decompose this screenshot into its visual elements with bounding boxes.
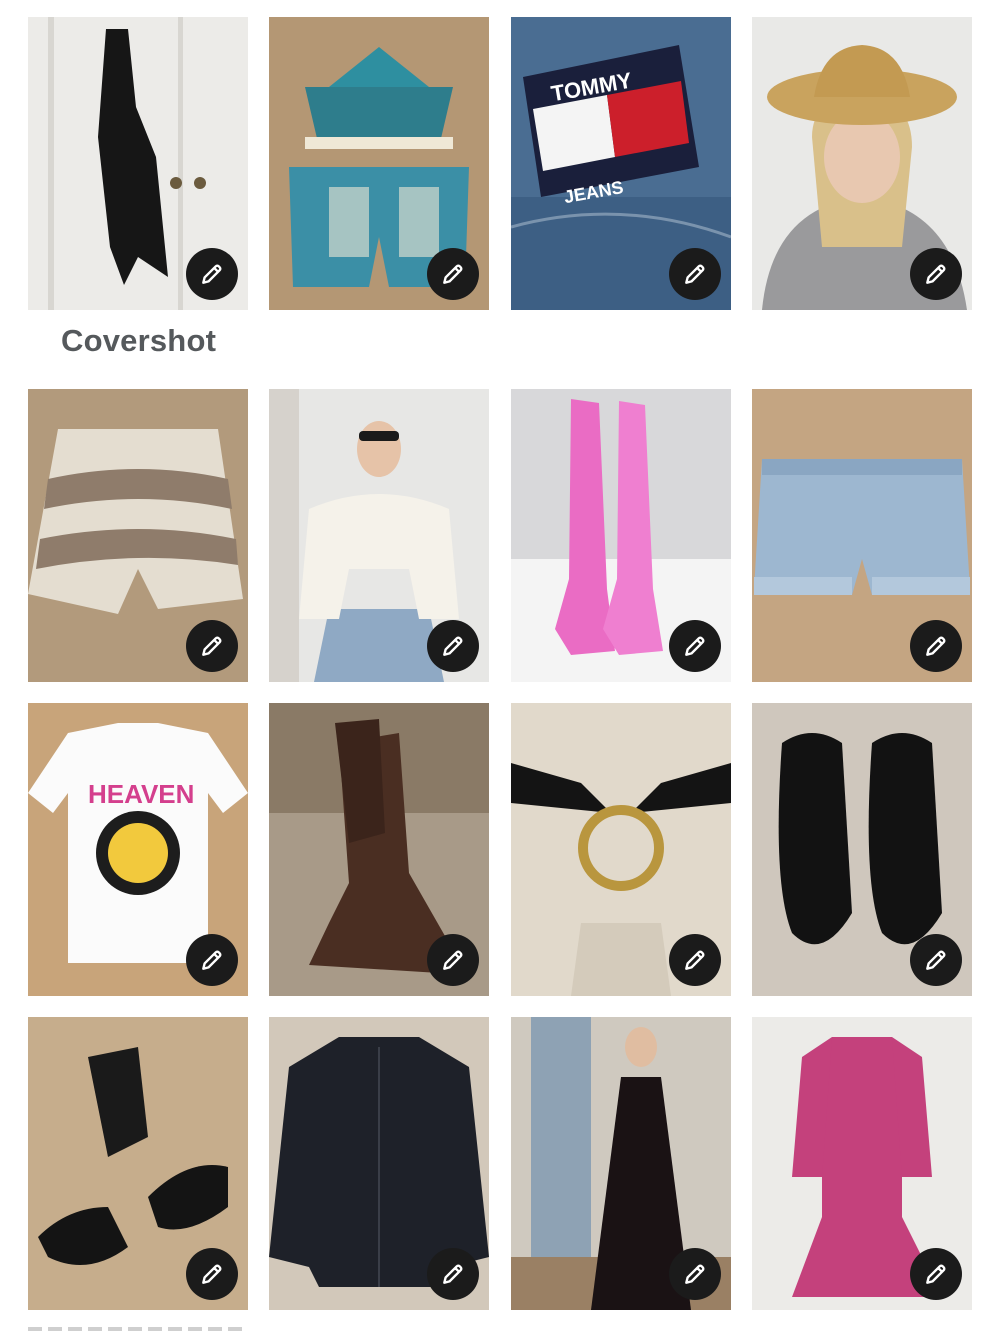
item-tile-pink-print-dress[interactable] <box>752 1017 972 1310</box>
covershot-label: Covershot <box>61 323 217 358</box>
edit-button[interactable] <box>910 1248 962 1300</box>
partial-row-divider <box>28 1327 248 1331</box>
pencil-icon <box>440 633 466 659</box>
item-tile-woman-straw-hat[interactable] <box>752 17 972 310</box>
edit-button[interactable] <box>910 248 962 300</box>
pencil-icon <box>923 633 949 659</box>
pencil-icon <box>199 261 225 287</box>
pencil-icon <box>682 633 708 659</box>
edit-button[interactable] <box>427 620 479 672</box>
pencil-icon <box>199 947 225 973</box>
edit-button[interactable] <box>910 620 962 672</box>
item-tile-bow-sandals[interactable] <box>28 1017 248 1310</box>
edit-button[interactable] <box>910 934 962 986</box>
pencil-icon <box>199 1261 225 1287</box>
pencil-icon <box>923 947 949 973</box>
edit-button[interactable] <box>186 934 238 986</box>
item-tile-denim-shorts[interactable] <box>752 389 972 682</box>
pencil-icon <box>440 1261 466 1287</box>
edit-button[interactable] <box>669 934 721 986</box>
pencil-icon <box>923 1261 949 1287</box>
edit-button[interactable] <box>186 248 238 300</box>
edit-button[interactable] <box>427 248 479 300</box>
pencil-icon <box>923 261 949 287</box>
edit-button[interactable] <box>186 1248 238 1300</box>
item-tile-suede-loafers[interactable] <box>752 703 972 996</box>
pencil-icon <box>199 633 225 659</box>
edit-button[interactable] <box>669 1248 721 1300</box>
edit-button[interactable] <box>427 1248 479 1300</box>
pencil-icon <box>682 1261 708 1287</box>
item-tile-knit-shorts[interactable] <box>28 389 248 682</box>
item-tile-white-tie-top[interactable] <box>269 389 489 682</box>
item-tile-black-slip-dress[interactable] <box>28 17 248 310</box>
svg-text:HEAVEN: HEAVEN <box>88 779 194 809</box>
item-tile-ring-belt[interactable] <box>511 703 731 996</box>
item-tile-cowboy-boots[interactable] <box>269 703 489 996</box>
item-tile-black-denim-jacket[interactable] <box>269 1017 489 1310</box>
pencil-icon <box>440 261 466 287</box>
item-tile-tommy-jeans[interactable]: TOMMY JEANS <box>511 17 731 310</box>
item-tile-crochet-set[interactable] <box>269 17 489 310</box>
item-tile-heaven-tee[interactable]: HEAVEN <box>28 703 248 996</box>
pencil-icon <box>682 261 708 287</box>
edit-button[interactable] <box>427 934 479 986</box>
edit-button[interactable] <box>669 248 721 300</box>
edit-button[interactable] <box>669 620 721 672</box>
pencil-icon <box>440 947 466 973</box>
pencil-icon <box>682 947 708 973</box>
edit-button[interactable] <box>186 620 238 672</box>
item-tile-pink-rain-boots[interactable] <box>511 389 731 682</box>
item-tile-floral-maxi-dress[interactable] <box>511 1017 731 1310</box>
